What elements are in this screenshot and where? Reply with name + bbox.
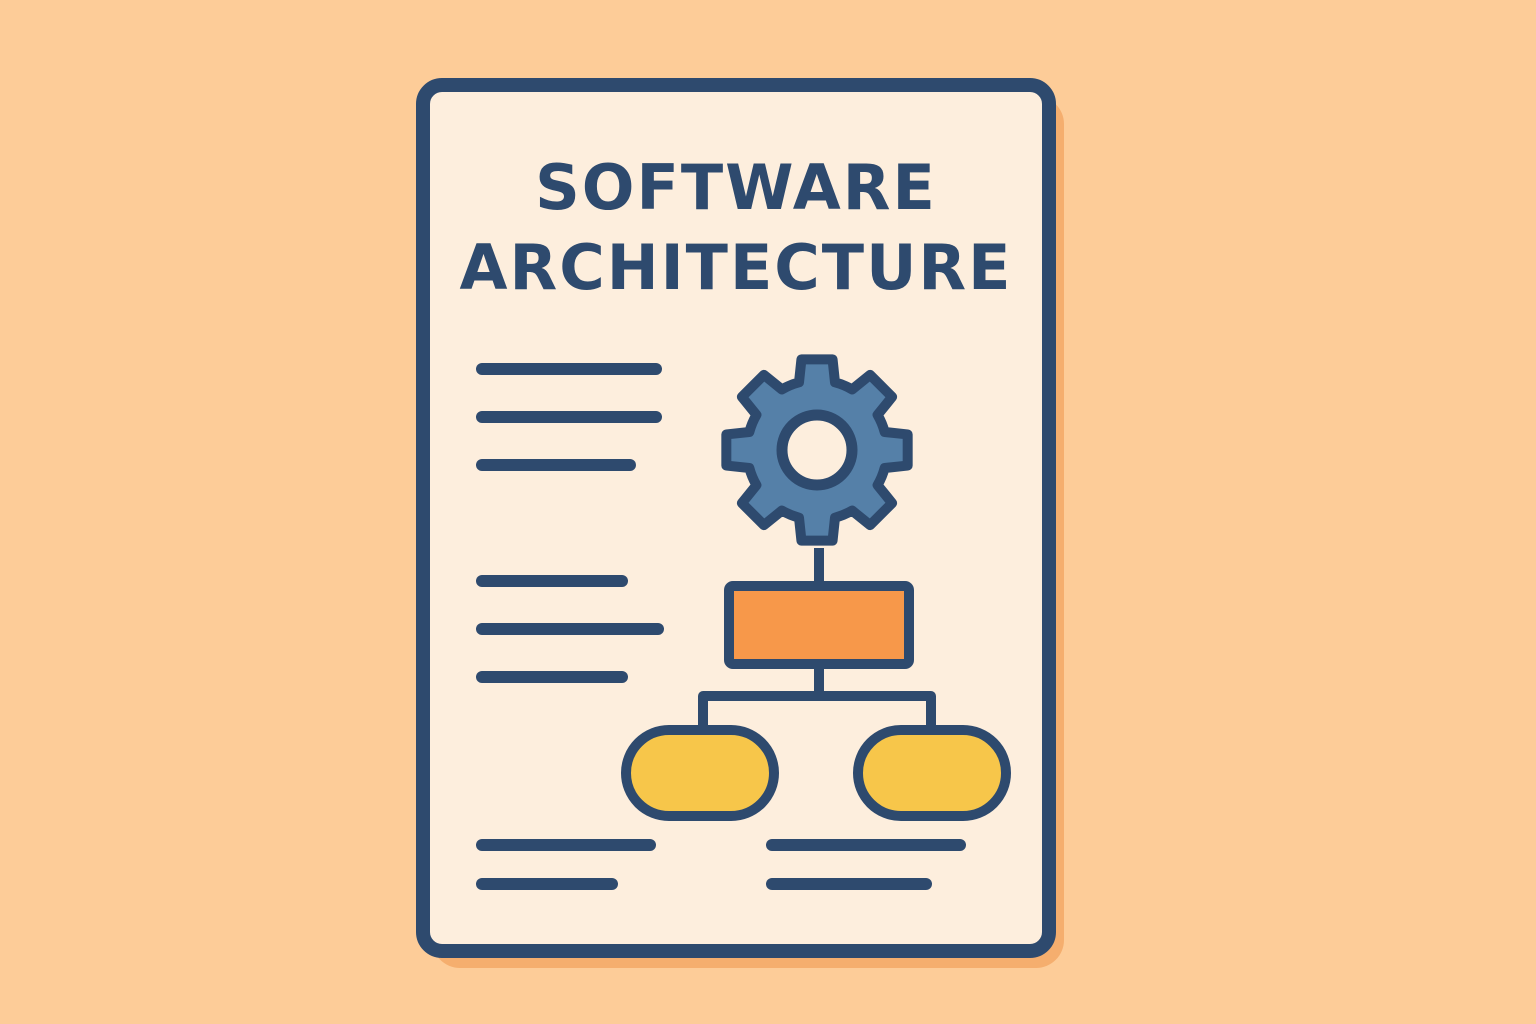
architecture-artwork: [476, 354, 1011, 890]
text-lines-bottom: [476, 839, 966, 890]
diagram-node-right: [853, 725, 1011, 821]
gear-hole: [776, 409, 858, 491]
diagram-box: [724, 581, 914, 669]
diagram-node-left: [621, 725, 779, 821]
gear-icon: [721, 354, 913, 546]
text-lines-top: [476, 363, 662, 471]
illustration-canvas: SOFTWARE ARCHITECTURE: [0, 0, 1536, 1024]
text-lines-middle: [476, 575, 664, 683]
